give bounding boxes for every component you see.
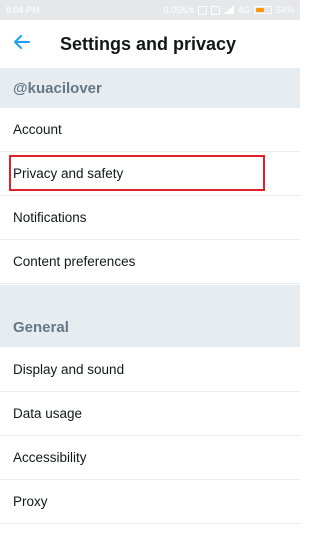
arrow-left-icon [14, 34, 30, 54]
settings-item-proxy[interactable]: Proxy [0, 480, 300, 524]
settings-item-display-and-sound[interactable]: Display and sound [0, 348, 300, 392]
settings-item-notifications[interactable]: Notifications [0, 196, 300, 240]
status-right-group: 0.05K/s 4G 54% [163, 4, 294, 16]
settings-item-label: Data usage [13, 406, 83, 421]
section-spacer [0, 285, 300, 307]
settings-item-label: Accessibility [13, 450, 87, 465]
network-type: 4G [237, 5, 250, 15]
app-bar: Settings and privacy [0, 20, 300, 68]
battery-icon [253, 6, 272, 14]
settings-item-label: Privacy and safety [13, 166, 124, 181]
settings-item-accessibility[interactable]: Accessibility [0, 436, 300, 480]
settings-item-label: Proxy [13, 494, 48, 509]
alarm-icon [197, 5, 207, 15]
battery-fill [255, 8, 264, 12]
settings-item-label: Display and sound [13, 362, 125, 377]
settings-item-label: Account [13, 122, 62, 137]
status-time: 8:04 PM [6, 5, 40, 15]
network-speed: 0.05K/s [163, 5, 194, 15]
section-header-general: General [0, 307, 300, 347]
page-title: Settings and privacy [60, 33, 237, 54]
settings-item-account[interactable]: Account [0, 108, 300, 152]
signal-icon [223, 4, 234, 16]
wifi-icon [210, 5, 220, 15]
battery-percent: 54% [275, 5, 294, 15]
settings-item-label: Notifications [13, 210, 87, 225]
settings-item-data-usage[interactable]: Data usage [0, 392, 300, 436]
back-button[interactable] [0, 20, 44, 68]
status-bar: 8:04 PM 0.05K/s 4G 54% [0, 0, 300, 20]
section-header-account: @kuacilover [0, 68, 300, 108]
settings-item-label: Content preferences [13, 254, 136, 269]
settings-item-privacy-and-safety[interactable]: Privacy and safety [0, 152, 300, 196]
settings-item-content-preferences[interactable]: Content preferences [0, 240, 300, 284]
